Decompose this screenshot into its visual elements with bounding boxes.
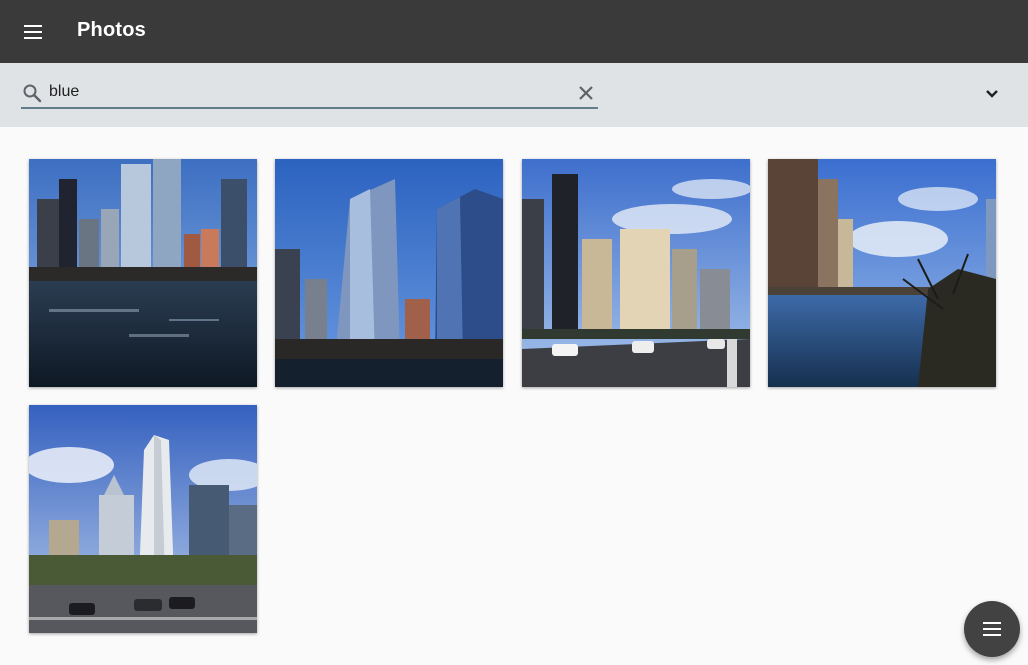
app-bar: Photos: [0, 0, 1028, 63]
photo-thumbnail[interactable]: [29, 405, 257, 633]
menu-button[interactable]: [18, 17, 48, 47]
photo-thumbnail[interactable]: [275, 159, 503, 387]
photo-thumbnail[interactable]: [522, 159, 750, 387]
search-input[interactable]: [49, 80, 559, 104]
list-view-fab[interactable]: [964, 601, 1020, 657]
chevron-down-icon: [986, 90, 998, 98]
close-icon: [579, 86, 593, 100]
expand-search-options-button[interactable]: [980, 82, 1004, 106]
photo-thumbnail[interactable]: [768, 159, 996, 387]
photo-grid: [0, 127, 1028, 665]
page-title: Photos: [77, 19, 146, 41]
search-icon: [23, 84, 42, 103]
clear-search-button[interactable]: [574, 81, 598, 105]
list-icon: [983, 622, 1001, 636]
photo-thumbnail[interactable]: [29, 159, 257, 387]
menu-icon: [24, 25, 42, 39]
